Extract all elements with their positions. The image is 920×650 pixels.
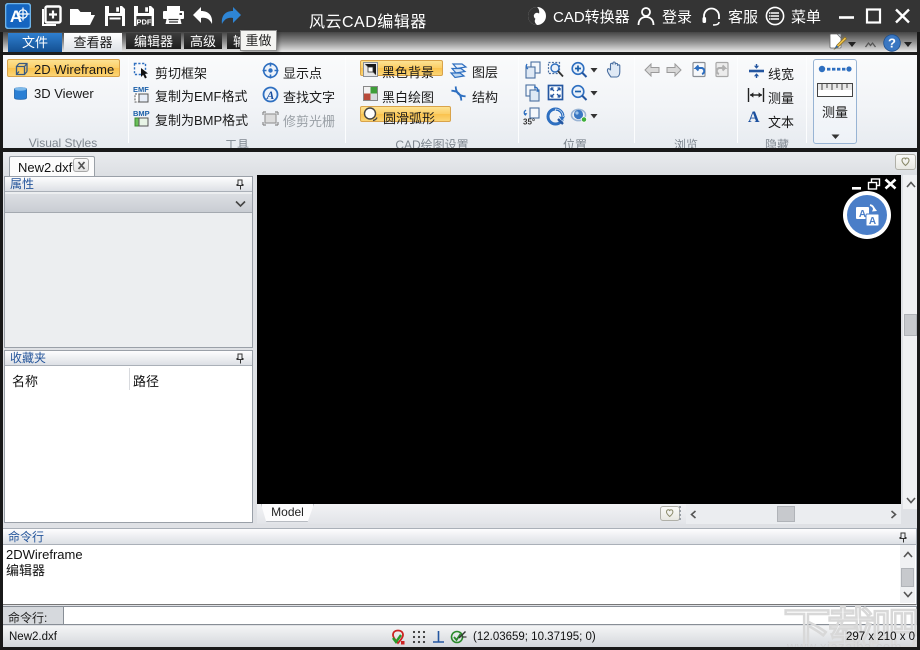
svg-text:A: A: [859, 209, 866, 220]
svg-text:PDF: PDF: [137, 17, 152, 26]
svg-text:A: A: [869, 216, 876, 227]
svg-text:35°: 35°: [523, 118, 535, 127]
svg-text:A: A: [266, 90, 275, 102]
svg-text:EMF: EMF: [133, 85, 149, 94]
svg-text:?: ?: [888, 36, 896, 51]
svg-text:BMP: BMP: [133, 109, 150, 118]
